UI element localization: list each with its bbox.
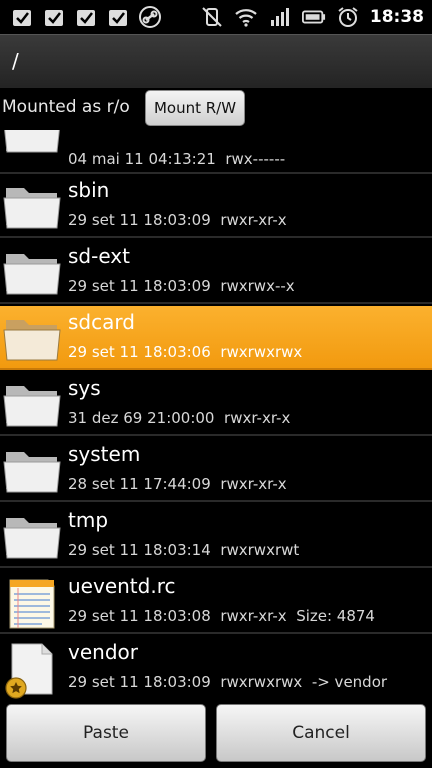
current-path: / bbox=[12, 49, 19, 73]
item-date: 29 set 11 18:03:09 bbox=[68, 211, 211, 229]
item-meta: 29 set 11 18:03:09 rwxrwxrwx -> vendor bbox=[68, 673, 387, 691]
folder-icon bbox=[2, 180, 62, 234]
list-item[interactable]: tmp 29 set 11 18:03:14 rwxrwxrwt bbox=[0, 504, 432, 568]
checkbox-notification-icon bbox=[74, 5, 98, 29]
item-name: ueventd.rc bbox=[68, 574, 176, 598]
list-item[interactable]: ueventd.rc 29 set 11 18:03:08 rwxr-xr-x … bbox=[0, 570, 432, 634]
item-date: 28 set 11 17:44:09 bbox=[68, 475, 211, 493]
status-clock: 18:38 bbox=[369, 7, 424, 27]
mount-status-label: Mounted as r/o bbox=[2, 97, 130, 117]
folder-icon bbox=[2, 510, 62, 564]
item-date: 29 set 11 18:03:08 bbox=[68, 607, 211, 625]
item-meta: 31 dez 69 21:00:00 rwxr-xr-x bbox=[68, 409, 290, 427]
system-icons: 18:38 bbox=[200, 5, 432, 29]
item-date: 31 dez 69 21:00:00 bbox=[68, 409, 215, 427]
item-meta: 29 set 11 18:03:09 rwxrwx--x bbox=[68, 277, 295, 295]
folder-icon bbox=[2, 378, 62, 432]
item-meta: 04 mai 11 04:13:21 rwx------ bbox=[68, 150, 285, 168]
item-date: 04 mai 11 04:13:21 bbox=[68, 150, 216, 168]
item-name: sbin bbox=[68, 178, 110, 202]
symlink-file-icon bbox=[2, 642, 62, 699]
wifi-icon bbox=[234, 5, 258, 29]
item-permissions: rwxr-xr-x bbox=[224, 409, 291, 427]
item-meta: 29 set 11 18:03:09 rwxr-xr-x bbox=[68, 211, 287, 229]
notification-icons bbox=[0, 5, 162, 29]
checkbox-notification-icon bbox=[42, 5, 66, 29]
paste-button[interactable]: Paste bbox=[6, 704, 206, 762]
status-bar: 18:38 bbox=[0, 0, 432, 34]
folder-icon bbox=[2, 246, 62, 300]
file-list: 04 mai 11 04:13:21 rwx------ sbin 29 set… bbox=[0, 130, 432, 700]
text-file-icon bbox=[2, 576, 62, 630]
folder-icon bbox=[2, 130, 62, 156]
item-meta: 29 set 11 18:03:14 rwxrwxrwt bbox=[68, 541, 299, 559]
link-icon bbox=[138, 5, 162, 29]
list-item[interactable]: sys 31 dez 69 21:00:00 rwxr-xr-x bbox=[0, 372, 432, 436]
folder-icon bbox=[2, 444, 62, 498]
item-name: sd-ext bbox=[68, 244, 130, 268]
list-item[interactable]: sbin 29 set 11 18:03:09 rwxr-xr-x bbox=[0, 174, 432, 238]
bottom-action-bar: Paste Cancel bbox=[0, 700, 432, 768]
list-item[interactable]: sd-ext 29 set 11 18:03:09 rwxrwx--x bbox=[0, 240, 432, 304]
item-permissions: rwxrwxrwx bbox=[220, 673, 303, 691]
checkbox-notification-icon bbox=[106, 5, 130, 29]
item-size: Size: 4874 bbox=[296, 607, 375, 625]
path-bar: / bbox=[0, 34, 432, 89]
list-item[interactable]: 04 mai 11 04:13:21 rwx------ bbox=[0, 130, 432, 174]
list-item-selected[interactable]: sdcard 29 set 11 18:03:06 rwxrwxrwx bbox=[0, 306, 432, 370]
list-item[interactable]: vendor 29 set 11 18:03:09 rwxrwxrwx -> v… bbox=[0, 636, 432, 700]
item-name: sys bbox=[68, 376, 101, 400]
item-permissions: rwxr-xr-x bbox=[220, 607, 287, 625]
item-meta: 29 set 11 18:03:06 rwxrwxrwx bbox=[68, 343, 302, 361]
item-permissions: rwxrwx--x bbox=[220, 277, 295, 295]
battery-icon bbox=[301, 5, 326, 29]
vibrate-mute-icon bbox=[200, 5, 224, 29]
item-name: sdcard bbox=[68, 310, 135, 334]
item-date: 29 set 11 18:03:09 bbox=[68, 673, 211, 691]
item-name: tmp bbox=[68, 508, 109, 532]
item-name: vendor bbox=[68, 640, 138, 664]
item-meta: 29 set 11 18:03:08 rwxr-xr-x Size: 4874 bbox=[68, 607, 375, 625]
mount-row: Mounted as r/o Mount R/W bbox=[0, 88, 432, 130]
mount-rw-button[interactable]: Mount R/W bbox=[145, 90, 245, 126]
alarm-icon bbox=[336, 5, 360, 29]
item-permissions: rwxr-xr-x bbox=[220, 211, 287, 229]
list-item[interactable]: system 28 set 11 17:44:09 rwxr-xr-x bbox=[0, 438, 432, 502]
item-name: system bbox=[68, 442, 141, 466]
signal-icon bbox=[268, 5, 292, 29]
item-date: 29 set 11 18:03:06 bbox=[68, 343, 211, 361]
cancel-button[interactable]: Cancel bbox=[216, 704, 426, 762]
item-permissions: rwxrwxrwx bbox=[220, 343, 303, 361]
checkbox-notification-icon bbox=[10, 5, 34, 29]
item-permissions: rwxr-xr-x bbox=[220, 475, 287, 493]
item-permissions: rwx------ bbox=[225, 150, 286, 168]
folder-icon bbox=[2, 312, 62, 366]
item-date: 29 set 11 18:03:14 bbox=[68, 541, 211, 559]
item-meta: 28 set 11 17:44:09 rwxr-xr-x bbox=[68, 475, 287, 493]
item-link-target: -> vendor bbox=[311, 673, 388, 691]
item-permissions: rwxrwxrwt bbox=[220, 541, 300, 559]
item-date: 29 set 11 18:03:09 bbox=[68, 277, 211, 295]
